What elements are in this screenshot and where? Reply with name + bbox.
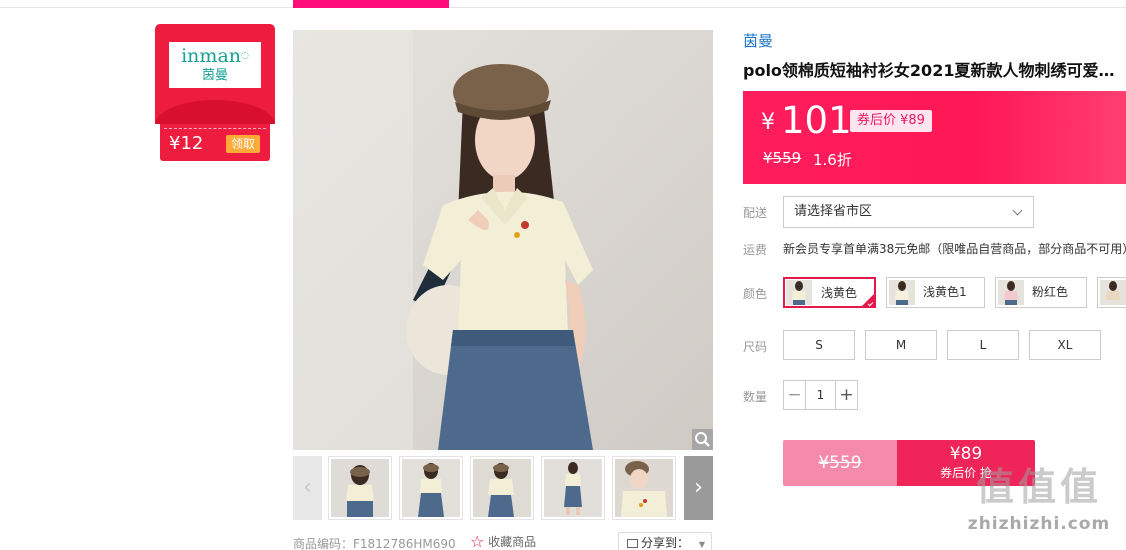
price-panel: ¥ 101 券后价 ¥89 ¥559 1.6折	[743, 91, 1126, 184]
store-brand-card[interactable]: inman◌ 茵曼	[155, 24, 275, 124]
thumbnail-image	[331, 459, 389, 517]
logo-bubble-icon: ◌	[241, 51, 249, 61]
claim-coupon-button[interactable]: 领取	[226, 135, 260, 153]
color-option[interactable]: 粉红色	[995, 277, 1087, 308]
size-option-l[interactable]: L	[947, 330, 1019, 360]
thumbnail-image	[544, 459, 602, 517]
coupon-dashed-line	[164, 128, 266, 129]
color-label: 颜色	[743, 287, 768, 301]
active-tab-indicator	[293, 0, 449, 8]
store-coupon: ¥12 领取	[160, 124, 270, 161]
share-label: 分享到：	[641, 536, 690, 550]
delivery-label: 配送	[743, 206, 768, 220]
color-option[interactable]: 浅黄色1	[886, 277, 985, 308]
product-page: inman◌ 茵曼 ¥12 领取 ‹ › 商品编码：F1812786HM690 …	[0, 0, 1126, 550]
top-divider	[0, 7, 1126, 8]
favorite-label: 收藏商品	[488, 535, 537, 549]
after-coupon-badge: 券后价 ¥89	[850, 110, 932, 132]
thumbnail[interactable]	[399, 456, 463, 520]
site-watermark: 值值值 zhizhizhi.com	[955, 462, 1123, 550]
star-icon: ☆	[470, 532, 485, 550]
magnifier-icon	[695, 432, 710, 447]
share-icon	[627, 539, 638, 548]
size-option-xl[interactable]: XL	[1029, 330, 1101, 360]
buy-original-price-button[interactable]: ¥559	[783, 440, 897, 486]
thumbnail[interactable]	[328, 456, 392, 520]
color-swatch-image	[889, 280, 915, 305]
watermark-url: zhizhizhi.com	[967, 514, 1111, 534]
thumbnail-prev-button[interactable]: ‹	[293, 456, 322, 520]
store-logo-cn: 茵曼	[201, 68, 228, 83]
thumbnail[interactable]	[470, 456, 534, 520]
product-code: 商品编码：F1812786HM690	[293, 537, 456, 550]
thumbnail[interactable]	[541, 456, 605, 520]
color-option[interactable]: 浅黄色	[783, 277, 876, 308]
thumbnail-image	[615, 459, 673, 517]
zoom-button[interactable]	[692, 429, 713, 450]
region-select[interactable]: 请选择省市区	[783, 196, 1034, 228]
currency-symbol: ¥	[761, 110, 775, 135]
color-swatch-image	[998, 280, 1024, 305]
original-price: ¥559	[763, 149, 802, 167]
product-title: polo领棉质短袖衬衫女2021夏新款人物刺绣可爱减龄上衣	[743, 61, 1126, 80]
thumbnail-next-button[interactable]: ›	[684, 456, 713, 520]
chevron-down-icon	[1012, 205, 1023, 216]
share-button[interactable]: 分享到： ▼	[618, 532, 712, 550]
watermark-logo: 值值值	[975, 465, 1102, 509]
quantity-stepper: − +	[783, 380, 858, 410]
color-option-label: 浅黄色1	[923, 285, 967, 299]
color-option-label: 浅黄色	[821, 286, 858, 300]
sale-price: 101	[781, 99, 852, 142]
thumbnail-image	[473, 459, 531, 517]
decrease-button[interactable]: −	[784, 381, 806, 409]
region-select-value: 请选择省市区	[794, 204, 873, 219]
color-option-partial[interactable]	[1097, 277, 1126, 308]
store-logo: inman◌ 茵曼	[169, 42, 261, 88]
discount-rate: 1.6折	[813, 151, 852, 169]
size-option-s[interactable]: S	[783, 330, 855, 360]
thumbnail[interactable]	[612, 456, 676, 520]
color-option-label: 粉红色	[1032, 285, 1069, 299]
brand-card-wave	[155, 100, 275, 124]
chevron-left-icon: ‹	[303, 475, 312, 500]
caret-down-icon: ▼	[698, 540, 705, 549]
color-swatch-image	[1100, 280, 1126, 305]
increase-button[interactable]: +	[835, 381, 857, 409]
quantity-input[interactable]	[806, 381, 835, 409]
coupon-amount: ¥12	[169, 133, 204, 154]
size-option-m[interactable]: M	[865, 330, 937, 360]
store-logo-en: inman	[181, 45, 242, 67]
size-label: 尺码	[743, 340, 768, 354]
brand-link[interactable]: 茵曼	[743, 31, 773, 51]
main-product-image[interactable]	[293, 30, 713, 450]
favorite-button[interactable]: ☆ 收藏商品	[470, 533, 536, 550]
color-swatch-image	[786, 280, 812, 305]
shipping-info: 新会员专享首单满38元免邮（限唯品自营商品，部分商品不可用）	[783, 242, 1126, 256]
quantity-label: 数量	[743, 390, 768, 404]
thumbnail-image	[402, 459, 460, 517]
shipping-label: 运费	[743, 243, 768, 257]
chevron-right-icon: ›	[694, 475, 703, 500]
product-photo	[293, 30, 713, 450]
